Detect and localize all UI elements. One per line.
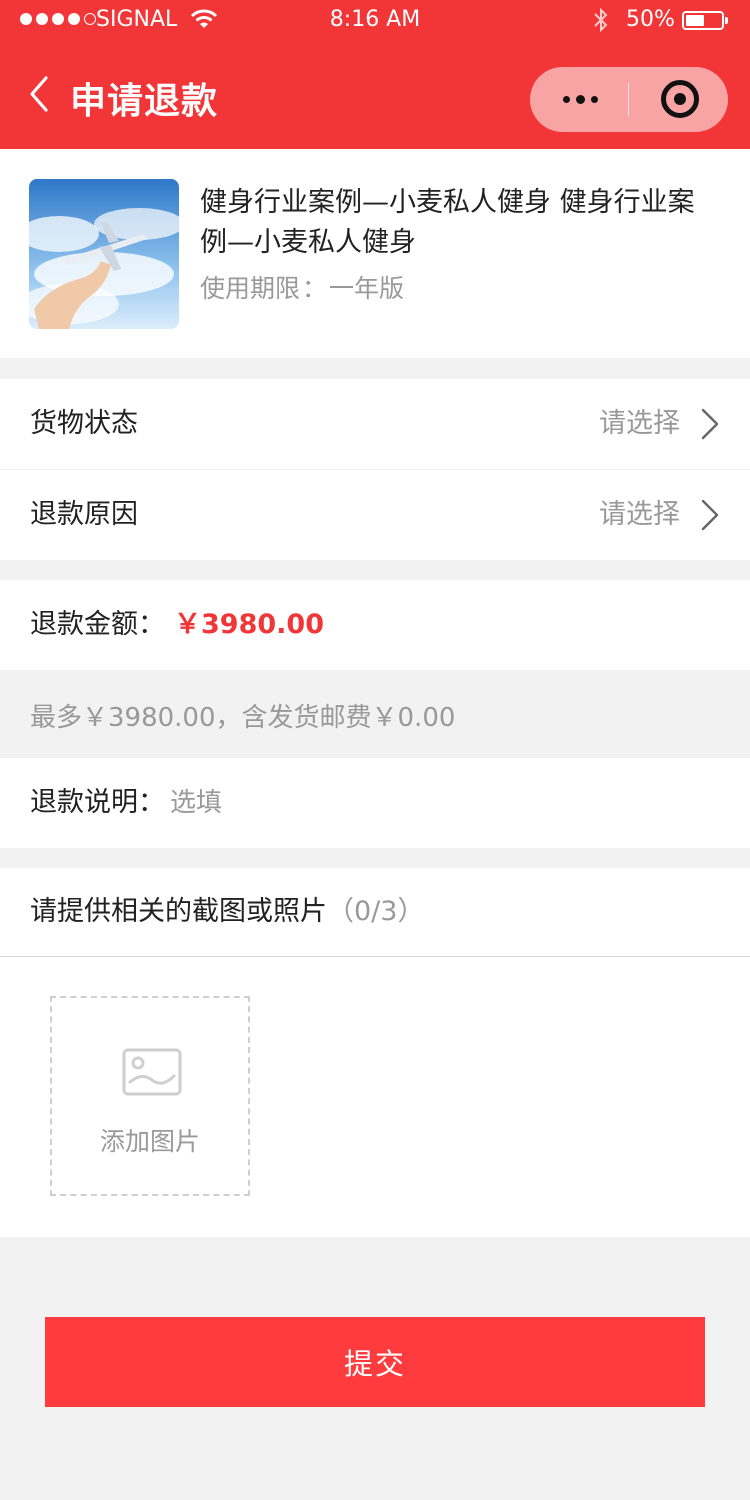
battery-percent: 50% [626, 7, 675, 32]
close-capsule-icon[interactable] [629, 67, 728, 132]
photos-count: （0/3） [327, 896, 425, 927]
add-photo-button[interactable]: 添加图片 [50, 996, 250, 1196]
status-bar: SIGNAL 8:16 AM 50% [0, 0, 750, 42]
goods-status-label: 货物状态 [30, 408, 138, 439]
refund-amount-hint: 最多￥3980.00，含发货邮费￥0.00 [30, 703, 456, 733]
refund-reason-row[interactable]: 退款原因 请选择 [0, 470, 750, 560]
mini-program-capsule [530, 67, 728, 132]
product-image [29, 179, 179, 329]
chevron-right-icon [701, 408, 719, 440]
page-title: 申请退款 [70, 81, 219, 122]
chevron-right-icon [701, 499, 719, 531]
goods-status-value: 请选择 [599, 408, 680, 439]
refund-amount-label: 退款金额： [30, 609, 165, 640]
add-photo-label: 添加图片 [99, 1127, 200, 1156]
image-placeholder-icon [122, 1048, 182, 1096]
refund-amount-value: ￥3980.00 [174, 609, 324, 640]
nav-bar: 申请退款 [0, 44, 750, 149]
refund-note-row: 退款说明： [0, 758, 750, 848]
photos-title-text: 请提供相关的截图或照片 [30, 896, 327, 927]
back-icon[interactable] [26, 74, 52, 114]
submit-button[interactable]: 提交 [45, 1317, 705, 1407]
refund-reason-value: 请选择 [599, 499, 680, 530]
product-name: 健身行业案例—小麦私人健身 健身行业案例—小麦私人健身 [200, 187, 695, 258]
refund-note-label: 退款说明： [30, 787, 165, 818]
bluetooth-icon [594, 8, 608, 32]
photos-title: 请提供相关的截图或照片（0/3） [30, 868, 424, 956]
header: SIGNAL 8:16 AM 50% 申请退款 [0, 0, 750, 149]
period-label: 使用期限 [200, 274, 301, 303]
period-value: 一年版 [329, 274, 405, 303]
goods-status-row[interactable]: 货物状态 请选择 [0, 379, 750, 469]
product-card: 健身行业案例—小麦私人健身 健身行业案例—小麦私人健身 使用期限：一年版 [0, 149, 750, 358]
refund-reason-label: 退款原因 [30, 499, 138, 530]
refund-note-input[interactable] [170, 758, 710, 848]
product-period: 使用期限：一年版 [200, 274, 405, 303]
more-icon[interactable] [530, 67, 628, 132]
refund-amount-row: 退款金额： ￥3980.00 [0, 580, 750, 670]
battery-icon [682, 11, 728, 30]
